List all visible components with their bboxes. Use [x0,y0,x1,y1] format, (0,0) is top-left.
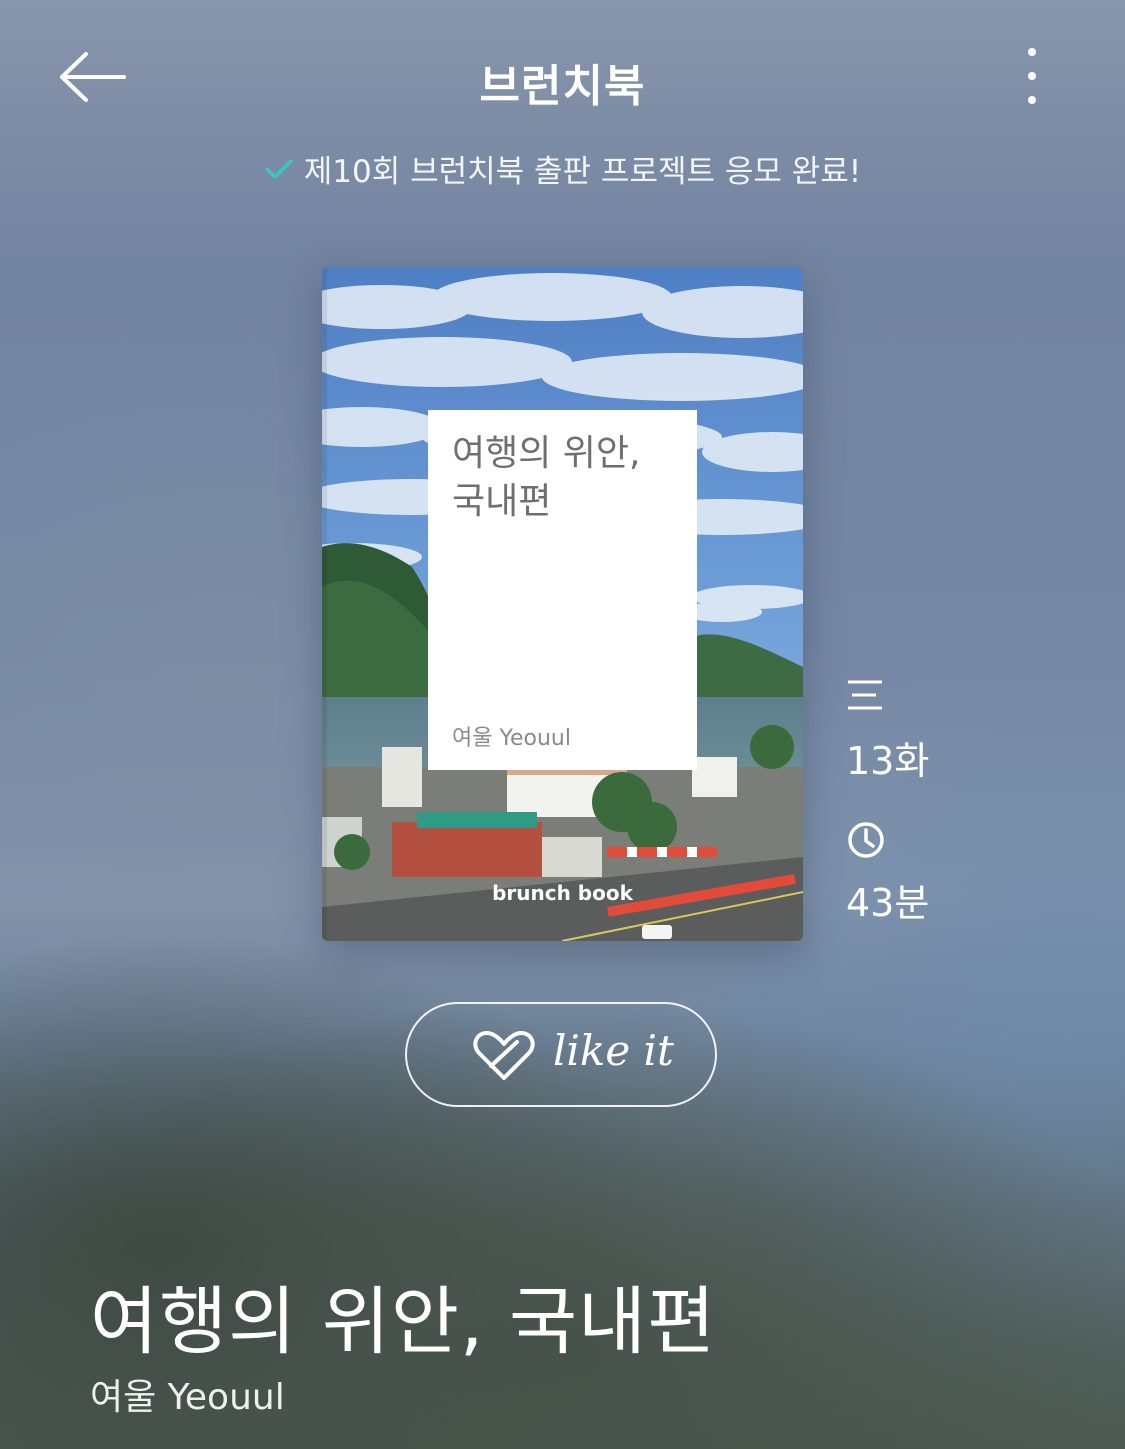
book-title: 여행의 위안, 국내편 [90,1279,717,1365]
submission-notice: 제10회 브런치북 출판 프로젝트 응모 완료! [0,146,1125,191]
notice-text: 제10회 브런치북 출판 프로젝트 응모 완료! [303,154,862,190]
episode-count: 13화 [846,739,930,783]
page-title: 브런치북 [479,61,646,112]
book-author[interactable]: 여울 Yeouul [90,1368,285,1420]
cover-author: 여울 Yeouul [452,726,571,751]
cover-title: 여행의 위안, 국내편 [452,433,641,522]
clock-icon [846,820,886,864]
heart-icon [473,1030,535,1086]
top-bar: 브런치북 [0,0,1125,150]
book-cover[interactable]: 여행의 위안, 국내편 여울 Yeouul brunch book [322,267,803,941]
check-icon [264,153,294,189]
like-button[interactable]: like it [405,1002,717,1107]
more-options-button[interactable] [1010,44,1054,114]
reading-time: 43분 [846,881,930,925]
more-vertical-icon [1028,48,1036,104]
like-label: like it [553,1026,674,1075]
brunch-book-logo: brunch book [492,881,633,905]
list-icon [846,678,884,718]
cover-title-card: 여행의 위안, 국내편 여울 Yeouul [428,410,697,770]
